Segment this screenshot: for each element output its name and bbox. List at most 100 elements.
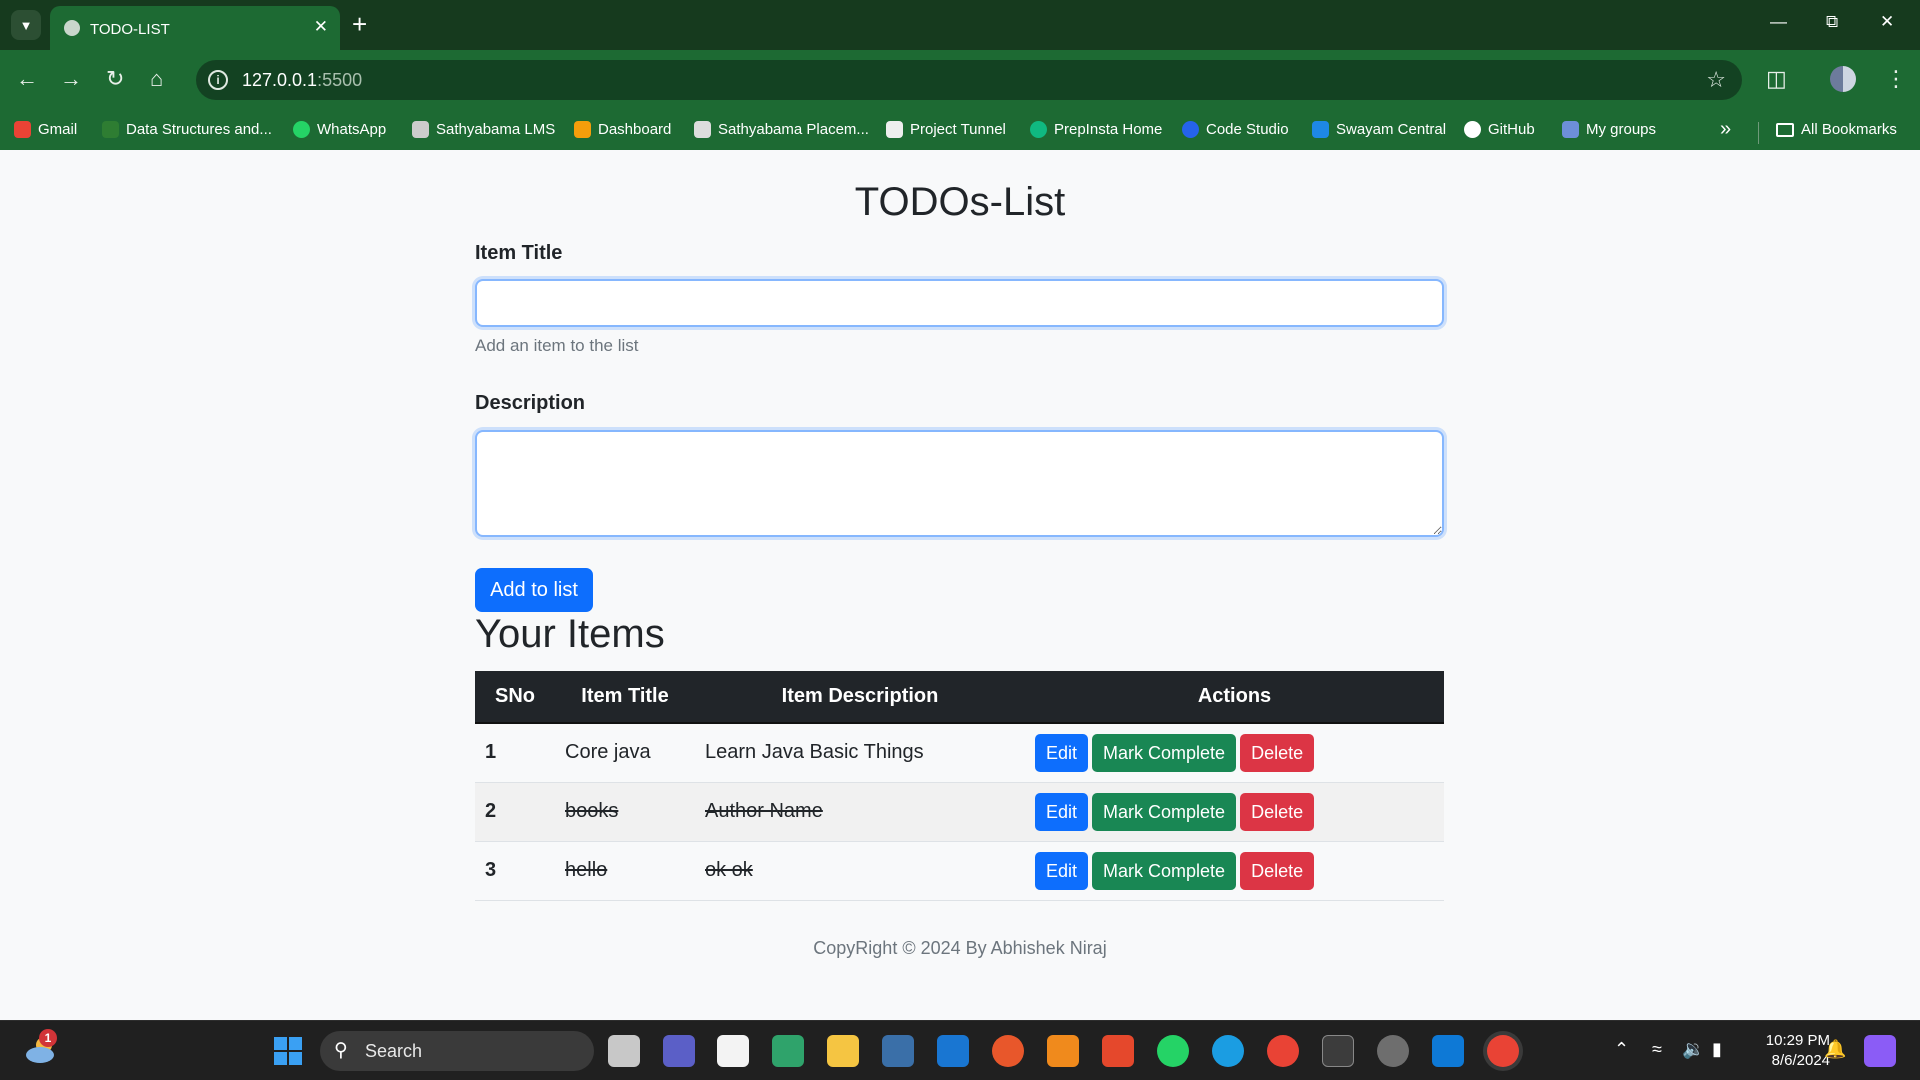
firefox-icon[interactable] bbox=[992, 1035, 1024, 1067]
notification-badge: 1 bbox=[39, 1029, 57, 1047]
row-description: Learn Java Basic Things bbox=[695, 723, 1025, 783]
window-close-icon[interactable]: ✕ bbox=[1880, 12, 1894, 32]
prepinsta-icon bbox=[1030, 121, 1047, 138]
volume-icon[interactable]: 🔉 bbox=[1682, 1039, 1704, 1060]
settings-gear-icon[interactable] bbox=[1377, 1035, 1409, 1067]
bookmark-project-tunnel[interactable]: Project Tunnel bbox=[886, 121, 1006, 138]
teams-icon[interactable] bbox=[663, 1035, 695, 1067]
extensions-puzzle-icon[interactable]: ◫ bbox=[1766, 66, 1787, 92]
edge-icon[interactable] bbox=[1212, 1035, 1244, 1067]
row-actions: Edit Mark Complete Delete bbox=[1025, 723, 1444, 783]
placement-icon bbox=[694, 121, 711, 138]
new-tab-button[interactable]: + bbox=[352, 9, 367, 39]
gfg-icon bbox=[102, 121, 119, 138]
brave-icon[interactable] bbox=[1102, 1035, 1134, 1067]
address-url: 127.0.0.1:5500 bbox=[242, 70, 363, 90]
tab-search-chevron-icon[interactable]: ▼ bbox=[11, 10, 41, 40]
restore-icon[interactable]: ⧉ bbox=[1826, 12, 1838, 32]
tray-chevron-up-icon[interactable]: ⌃ bbox=[1614, 1039, 1629, 1060]
taskbar-search[interactable]: ⚲ Search bbox=[320, 1031, 594, 1071]
mark-complete-button[interactable]: Mark Complete bbox=[1092, 792, 1237, 831]
browser-tab-strip: ▼ TODO-LIST ✕ + — ⧉ ✕ bbox=[0, 0, 1920, 50]
edit-button[interactable]: Edit bbox=[1035, 792, 1089, 831]
mysql-workbench-icon[interactable] bbox=[882, 1035, 914, 1067]
globe-icon bbox=[64, 20, 80, 36]
active-tab[interactable]: TODO-LIST ✕ bbox=[50, 6, 340, 50]
delete-button[interactable]: Delete bbox=[1240, 851, 1315, 890]
bookmark-data-structures[interactable]: Data Structures and... bbox=[102, 121, 272, 138]
store-icon[interactable] bbox=[717, 1035, 749, 1067]
delete-button[interactable]: Delete bbox=[1240, 733, 1315, 772]
todo-table: SNo Item Title Item Description Actions … bbox=[475, 671, 1444, 901]
row-title: hello bbox=[555, 841, 695, 901]
file-explorer-icon[interactable] bbox=[827, 1035, 859, 1067]
site-info-icon[interactable]: i bbox=[208, 70, 228, 90]
row-sno: 3 bbox=[475, 841, 555, 901]
bookmark-sathyabama-lms[interactable]: Sathyabama LMS bbox=[412, 121, 555, 138]
notification-bell-icon[interactable]: 🔔 bbox=[1824, 1039, 1846, 1060]
item-title-hint: Add an item to the list bbox=[475, 336, 639, 355]
lms-icon bbox=[412, 121, 429, 138]
battery-icon[interactable]: ▮ bbox=[1712, 1039, 1722, 1060]
forward-arrow-icon[interactable]: → bbox=[60, 66, 82, 92]
vlc-icon[interactable] bbox=[1047, 1035, 1079, 1067]
bookmark-gmail[interactable]: Gmail bbox=[14, 121, 77, 138]
header-actions: Actions bbox=[1025, 671, 1444, 724]
delete-button[interactable]: Delete bbox=[1240, 792, 1315, 831]
tunnel-icon bbox=[886, 121, 903, 138]
widgets-app-icon[interactable] bbox=[772, 1035, 804, 1067]
swayam-icon bbox=[1312, 121, 1329, 138]
table-row: 2 books Author Name Edit Mark Complete Del… bbox=[475, 782, 1444, 842]
mail-icon[interactable] bbox=[937, 1035, 969, 1067]
row-actions: Edit Mark Complete Delete bbox=[1025, 782, 1444, 842]
back-arrow-icon[interactable]: ← bbox=[16, 66, 38, 92]
bookmark-github[interactable]: GitHub bbox=[1464, 121, 1535, 138]
wifi-icon[interactable]: ≈ bbox=[1652, 1039, 1662, 1060]
all-bookmarks-button[interactable]: All Bookmarks bbox=[1776, 121, 1897, 138]
edit-button[interactable]: Edit bbox=[1035, 733, 1089, 772]
clock-date: 8/6/2024 bbox=[1771, 1052, 1830, 1069]
bookmark-star-icon[interactable]: ☆ bbox=[1706, 67, 1726, 93]
mark-complete-button[interactable]: Mark Complete bbox=[1092, 851, 1237, 890]
bookmark-sathyabama-placement[interactable]: Sathyabama Placem... bbox=[694, 121, 869, 138]
bookmark-swayam[interactable]: Swayam Central bbox=[1312, 121, 1446, 138]
more-bookmarks-chevron-icon[interactable]: » bbox=[1720, 118, 1731, 141]
close-tab-icon[interactable]: ✕ bbox=[314, 17, 328, 37]
add-to-list-button[interactable]: Add to list bbox=[475, 568, 593, 612]
edit-button[interactable]: Edit bbox=[1035, 851, 1089, 890]
bookmarks-bar: Gmail Data Structures and... WhatsApp Sa… bbox=[0, 112, 1920, 150]
bookmark-code-studio[interactable]: Code Studio bbox=[1182, 121, 1289, 138]
item-title-input[interactable] bbox=[475, 279, 1444, 327]
search-label: Search bbox=[365, 1041, 423, 1061]
minimize-icon[interactable]: — bbox=[1770, 12, 1787, 32]
page-title: TODOs-List bbox=[854, 180, 1066, 224]
row-description: ok ok bbox=[695, 841, 1025, 901]
bookmark-whatsapp[interactable]: WhatsApp bbox=[293, 121, 386, 138]
task-view-icon[interactable] bbox=[608, 1035, 640, 1067]
windows-start-icon[interactable] bbox=[272, 1035, 304, 1067]
dashboard-icon bbox=[574, 121, 591, 138]
terminal-icon[interactable] bbox=[1322, 1035, 1354, 1067]
bookmark-my-groups[interactable]: My groups bbox=[1562, 121, 1656, 138]
folder-icon bbox=[1776, 122, 1794, 137]
vscode-icon[interactable] bbox=[1432, 1035, 1464, 1067]
your-items-heading: Your Items bbox=[475, 612, 665, 656]
mark-complete-button[interactable]: Mark Complete bbox=[1092, 733, 1237, 772]
groups-icon bbox=[1562, 121, 1579, 138]
copilot-icon[interactable] bbox=[1864, 1035, 1896, 1067]
reload-icon[interactable]: ↻ bbox=[106, 66, 124, 92]
bookmark-dashboard[interactable]: Dashboard bbox=[574, 121, 671, 138]
whatsapp-taskbar-icon[interactable] bbox=[1157, 1035, 1189, 1067]
chrome-icon[interactable] bbox=[1267, 1035, 1299, 1067]
bookmark-prepinsta[interactable]: PrepInsta Home bbox=[1030, 121, 1162, 138]
address-bar[interactable]: i 127.0.0.1:5500 ☆ bbox=[196, 60, 1742, 100]
description-textarea[interactable] bbox=[475, 430, 1444, 537]
row-title: Core java bbox=[555, 723, 695, 783]
gmail-icon bbox=[14, 121, 31, 138]
home-icon[interactable]: ⌂ bbox=[150, 66, 163, 92]
profile-avatar[interactable] bbox=[1830, 66, 1856, 92]
chrome-active-icon[interactable] bbox=[1487, 1035, 1519, 1067]
browser-menu-icon[interactable]: ⋮ bbox=[1885, 66, 1907, 92]
code-studio-icon bbox=[1182, 121, 1199, 138]
taskbar-clock[interactable]: 10:29 PM 8/6/2024 bbox=[1740, 1031, 1830, 1071]
